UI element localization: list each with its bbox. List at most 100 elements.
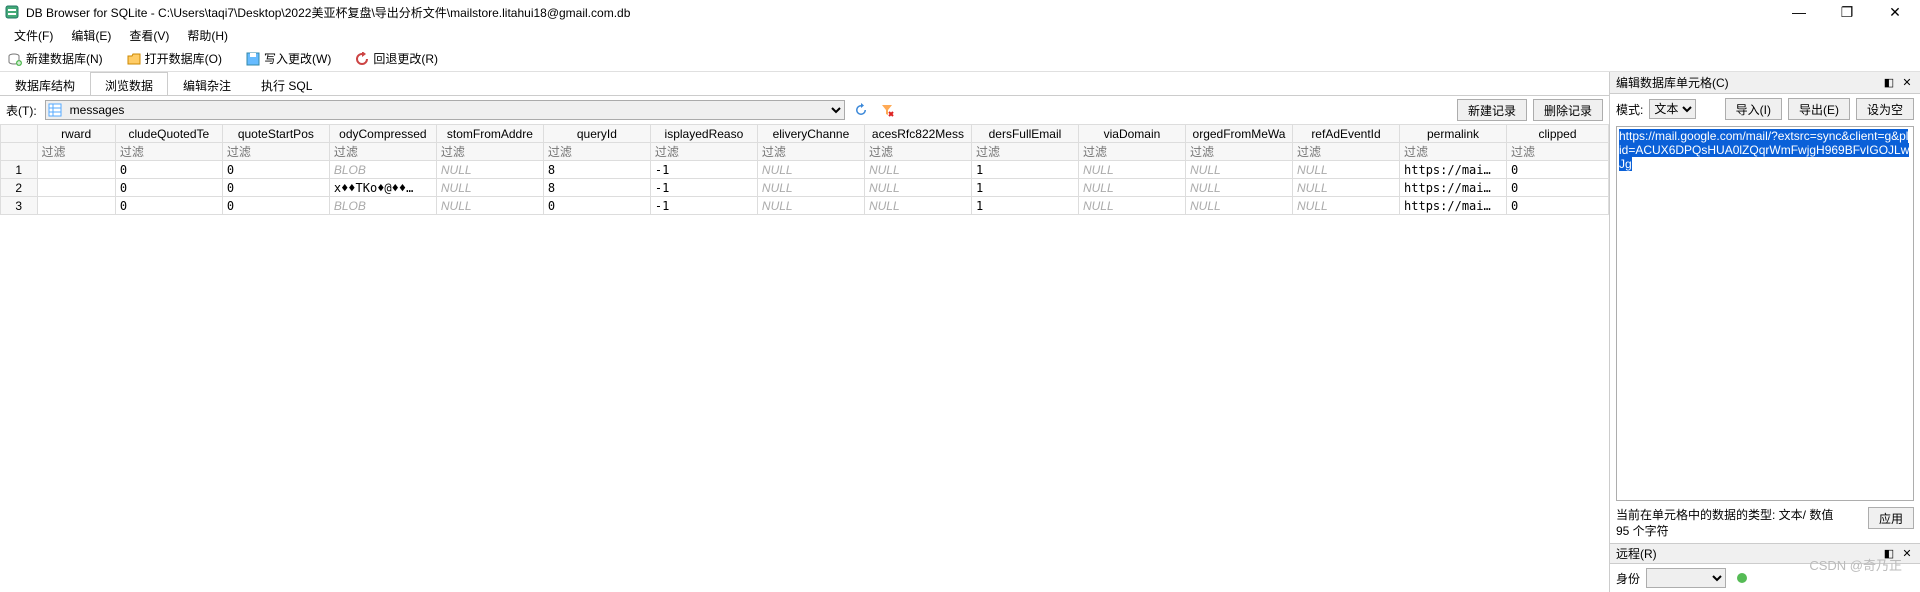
cell-editor[interactable]: https://mail.google.com/mail/?extsrc=syn… — [1616, 126, 1914, 501]
column-header[interactable]: refAdEventId — [1293, 125, 1400, 143]
import-button[interactable]: 导入(I) — [1725, 98, 1782, 120]
column-header[interactable]: rward — [37, 125, 115, 143]
tab-pragmas[interactable]: 编辑杂注 — [168, 72, 246, 95]
revert-changes-button[interactable]: 回退更改(R) — [355, 50, 438, 67]
table-cell[interactable]: NULL — [1185, 197, 1292, 215]
panel-close-icon[interactable]: ✕ — [1900, 76, 1914, 89]
column-header[interactable]: permalink — [1400, 125, 1507, 143]
column-filter[interactable] — [976, 145, 1074, 159]
table-cell[interactable] — [37, 197, 115, 215]
table-cell[interactable] — [37, 161, 115, 179]
table-cell[interactable]: NULL — [864, 197, 971, 215]
mode-select[interactable]: 文本 — [1649, 99, 1696, 119]
table-cell[interactable]: NULL — [1078, 197, 1185, 215]
minimize-button[interactable]: — — [1784, 4, 1814, 21]
column-filter[interactable] — [42, 145, 111, 159]
column-header[interactable]: isplayedReaso — [650, 125, 757, 143]
column-header[interactable]: clipped — [1507, 125, 1609, 143]
table-cell[interactable]: 0 — [222, 197, 329, 215]
table-cell[interactable]: 8 — [543, 161, 650, 179]
column-filter[interactable] — [869, 145, 967, 159]
table-cell[interactable]: 0 — [115, 197, 222, 215]
menu-file[interactable]: 文件(F) — [6, 25, 61, 46]
table-cell[interactable]: https://mai… — [1400, 161, 1507, 179]
table-cell[interactable]: 0 — [115, 161, 222, 179]
table-cell[interactable]: https://mai… — [1400, 197, 1507, 215]
export-button[interactable]: 导出(E) — [1788, 98, 1850, 120]
maximize-button[interactable]: ❐ — [1832, 4, 1862, 21]
table-cell[interactable]: NULL — [864, 179, 971, 197]
table-cell[interactable]: NULL — [436, 179, 543, 197]
table-cell[interactable]: NULL — [436, 161, 543, 179]
table-cell[interactable]: -1 — [650, 179, 757, 197]
column-header[interactable]: eliveryChanne — [757, 125, 864, 143]
table-cell[interactable]: x♦♦TKo♦@♦♦… — [329, 179, 436, 197]
data-grid[interactable]: rwardcludeQuotedTequoteStartPosodyCompre… — [0, 124, 1609, 592]
column-header[interactable]: stomFromAddre — [436, 125, 543, 143]
table-cell[interactable] — [37, 179, 115, 197]
close-button[interactable]: ✕ — [1880, 4, 1910, 21]
set-null-button[interactable]: 设为空 — [1856, 98, 1914, 120]
table-cell[interactable]: NULL — [757, 197, 864, 215]
column-filter[interactable] — [1404, 145, 1502, 159]
table-cell[interactable]: 8 — [543, 179, 650, 197]
tab-execute-sql[interactable]: 执行 SQL — [246, 72, 327, 95]
tab-structure[interactable]: 数据库结构 — [0, 72, 90, 95]
panel-undock-icon[interactable]: ◧ — [1882, 547, 1896, 560]
table-cell[interactable]: NULL — [1078, 179, 1185, 197]
column-header[interactable]: queryId — [543, 125, 650, 143]
column-filter[interactable] — [1190, 145, 1288, 159]
table-cell[interactable]: NULL — [864, 161, 971, 179]
menu-view[interactable]: 查看(V) — [121, 25, 177, 46]
column-filter[interactable] — [1083, 145, 1181, 159]
column-filter[interactable] — [548, 145, 646, 159]
column-filter[interactable] — [762, 145, 860, 159]
column-filter[interactable] — [1511, 145, 1604, 159]
table-cell[interactable]: 0 — [1507, 179, 1609, 197]
table-cell[interactable]: 1 — [971, 179, 1078, 197]
table-cell[interactable]: NULL — [1293, 161, 1400, 179]
table-row[interactable]: 100BLOBNULL8-1NULLNULL1NULLNULLNULLhttps… — [1, 161, 1609, 179]
write-changes-button[interactable]: 写入更改(W) — [246, 50, 331, 67]
table-cell[interactable]: BLOB — [329, 161, 436, 179]
table-cell[interactable]: 0 — [543, 197, 650, 215]
table-row[interactable]: 200x♦♦TKo♦@♦♦…NULL8-1NULLNULL1NULLNULLNU… — [1, 179, 1609, 197]
panel-close-icon[interactable]: ✕ — [1900, 547, 1914, 560]
table-row[interactable]: 300BLOBNULL0-1NULLNULL1NULLNULLNULLhttps… — [1, 197, 1609, 215]
panel-undock-icon[interactable]: ◧ — [1882, 76, 1896, 89]
column-filter[interactable] — [655, 145, 753, 159]
table-cell[interactable]: BLOB — [329, 197, 436, 215]
table-cell[interactable]: NULL — [757, 161, 864, 179]
table-cell[interactable]: 0 — [222, 161, 329, 179]
column-header[interactable]: orgedFromMeWa — [1185, 125, 1292, 143]
table-select[interactable]: messages — [45, 100, 845, 120]
column-filter[interactable] — [441, 145, 539, 159]
table-cell[interactable]: 0 — [1507, 161, 1609, 179]
remote-refresh-icon[interactable] — [1732, 568, 1752, 588]
open-database-button[interactable]: 打开数据库(O) — [127, 50, 222, 67]
column-filter[interactable] — [334, 145, 432, 159]
column-header[interactable]: dersFullEmail — [971, 125, 1078, 143]
refresh-button[interactable] — [851, 100, 871, 120]
table-cell[interactable]: NULL — [1293, 197, 1400, 215]
column-filter[interactable] — [1297, 145, 1395, 159]
table-cell[interactable]: NULL — [1185, 179, 1292, 197]
table-cell[interactable]: NULL — [1185, 161, 1292, 179]
table-cell[interactable]: NULL — [436, 197, 543, 215]
identity-select[interactable] — [1646, 568, 1726, 588]
table-cell[interactable]: 0 — [222, 179, 329, 197]
column-filter[interactable] — [227, 145, 325, 159]
column-header[interactable]: cludeQuotedTe — [115, 125, 222, 143]
tab-browse-data[interactable]: 浏览数据 — [90, 72, 168, 95]
column-header[interactable]: quoteStartPos — [222, 125, 329, 143]
menu-edit[interactable]: 编辑(E) — [63, 25, 119, 46]
menu-help[interactable]: 帮助(H) — [179, 25, 236, 46]
table-cell[interactable]: NULL — [1293, 179, 1400, 197]
table-cell[interactable]: NULL — [757, 179, 864, 197]
table-cell[interactable]: -1 — [650, 161, 757, 179]
table-cell[interactable]: 0 — [115, 179, 222, 197]
delete-record-button[interactable]: 删除记录 — [1533, 99, 1603, 121]
apply-button[interactable]: 应用 — [1868, 507, 1914, 529]
column-header[interactable]: viaDomain — [1078, 125, 1185, 143]
table-cell[interactable]: 1 — [971, 161, 1078, 179]
